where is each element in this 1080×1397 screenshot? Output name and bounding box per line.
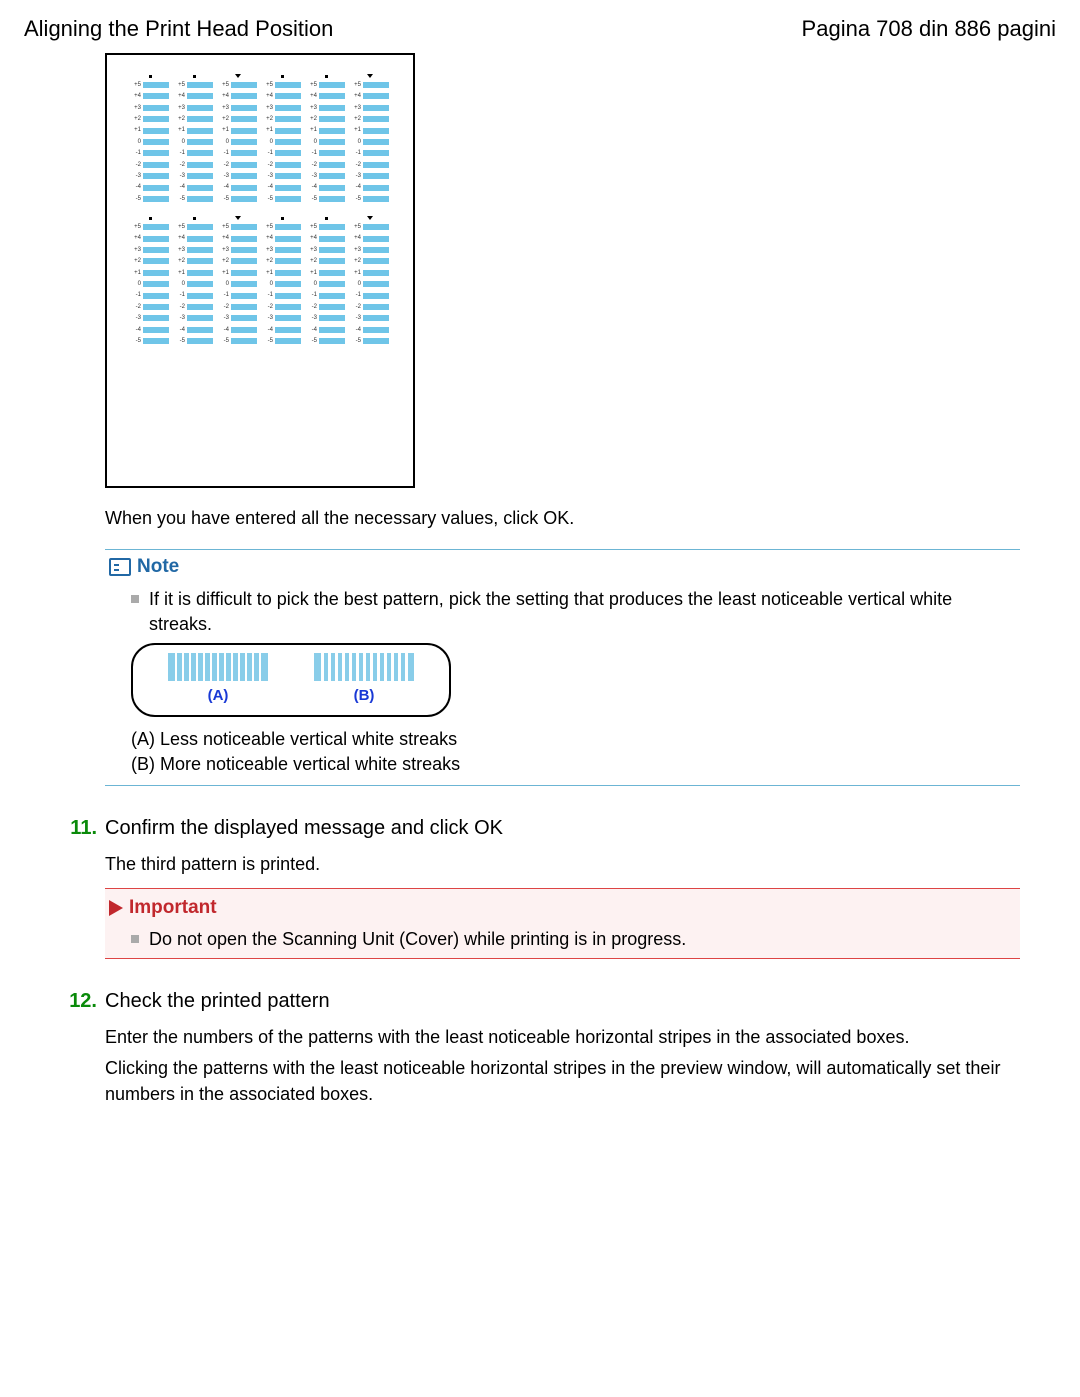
important-header: Important <box>105 895 1020 922</box>
step-11: 11. Confirm the displayed message and cl… <box>61 814 1020 842</box>
page-title: Aligning the Print Head Position <box>24 14 333 45</box>
bullet-icon <box>131 595 139 603</box>
note-header: Note <box>105 554 1020 581</box>
streak-block-b <box>314 653 414 681</box>
step-11-body: The third pattern is printed. <box>105 852 1020 877</box>
important-icon <box>109 900 123 916</box>
important-callout: Important Do not open the Scanning Unit … <box>105 888 1020 960</box>
note-icon <box>109 558 131 576</box>
instruction-text: When you have entered all the necessary … <box>105 506 1020 531</box>
important-label: Important <box>129 895 217 922</box>
note-bullet: If it is difficult to pick the best patt… <box>105 587 1020 637</box>
streak-sample-a: (A) <box>168 653 268 706</box>
streak-block-a <box>168 653 268 681</box>
step-number: 11. <box>61 814 97 842</box>
note-label: Note <box>137 554 179 581</box>
important-bullet: Do not open the Scanning Unit (Cover) wh… <box>105 927 1020 952</box>
note-bullet-text: If it is difficult to pick the best patt… <box>149 587 1020 637</box>
step-number: 12. <box>61 987 97 1015</box>
bullet-icon <box>131 935 139 943</box>
streak-sample-b: (B) <box>314 653 414 706</box>
pattern-block-lower: +5+5+5+5+5+5+4+4+4+4+4+4+3+3+3+3+3+3+2+2… <box>131 215 389 345</box>
pattern-block-upper: +5+5+5+5+5+5+4+4+4+4+4+4+3+3+3+3+3+3+2+2… <box>131 73 389 203</box>
step-title: Check the printed pattern <box>105 987 330 1015</box>
streak-label-b: (B) <box>354 685 375 706</box>
alignment-pattern-preview: +5+5+5+5+5+5+4+4+4+4+4+4+3+3+3+3+3+3+2+2… <box>105 53 415 488</box>
step-12-body-1: Enter the numbers of the patterns with t… <box>105 1025 1020 1050</box>
note-callout: Note If it is difficult to pick the best… <box>105 549 1020 786</box>
content-area: +5+5+5+5+5+5+4+4+4+4+4+4+3+3+3+3+3+3+2+2… <box>0 53 1080 1107</box>
page-indicator: Pagina 708 din 886 pagini <box>802 14 1056 45</box>
caption-b: (B) More noticeable vertical white strea… <box>105 752 1020 777</box>
streak-label-a: (A) <box>208 685 229 706</box>
page-header: Aligning the Print Head Position Pagina … <box>0 0 1080 53</box>
step-12: 12. Check the printed pattern <box>61 987 1020 1015</box>
caption-a: (A) Less noticeable vertical white strea… <box>105 727 1020 752</box>
important-bullet-text: Do not open the Scanning Unit (Cover) wh… <box>149 927 686 952</box>
step-12-body-2: Clicking the patterns with the least not… <box>105 1056 1020 1106</box>
step-title: Confirm the displayed message and click … <box>105 814 503 842</box>
white-streaks-illustration: (A) (B) <box>131 643 451 717</box>
